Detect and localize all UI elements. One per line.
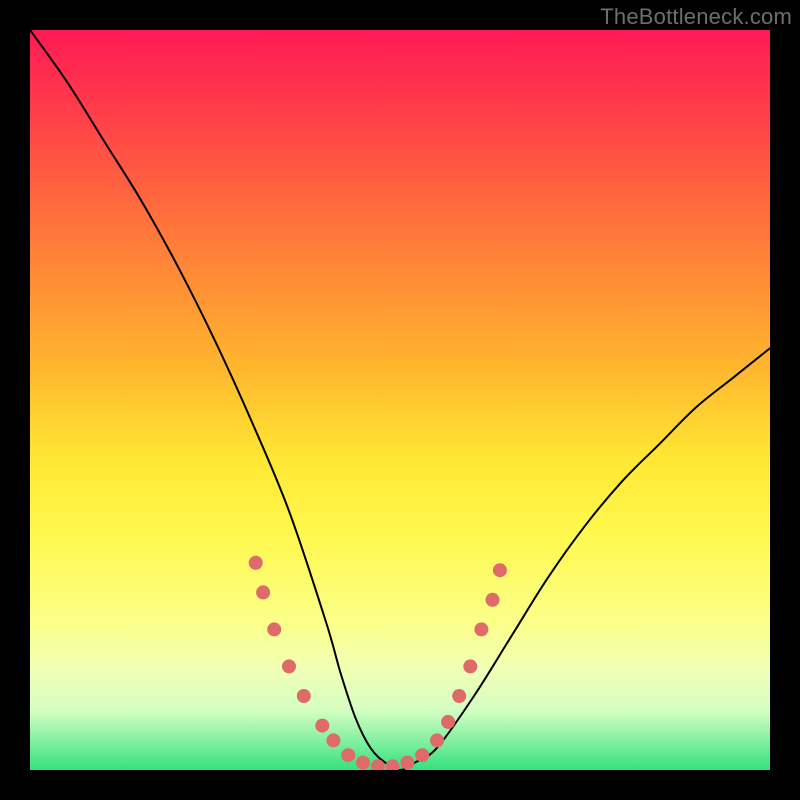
marker-group (249, 556, 507, 770)
data-point-marker (341, 748, 355, 762)
data-point-marker (430, 733, 444, 747)
chart-svg-layer (30, 30, 770, 770)
data-point-marker (400, 756, 414, 770)
data-point-marker (267, 622, 281, 636)
data-point-marker (356, 756, 370, 770)
data-point-marker (463, 659, 477, 673)
data-point-marker (386, 759, 400, 770)
data-point-marker (441, 715, 455, 729)
data-point-marker (315, 719, 329, 733)
data-point-marker (493, 563, 507, 577)
watermark-text: TheBottleneck.com (600, 4, 792, 30)
data-point-marker (474, 622, 488, 636)
data-point-marker (249, 556, 263, 570)
data-point-marker (326, 733, 340, 747)
chart-outer-frame: TheBottleneck.com (0, 0, 800, 800)
bottleneck-curve-path (30, 30, 770, 770)
chart-plot-area (30, 30, 770, 770)
data-point-marker (282, 659, 296, 673)
data-point-marker (297, 689, 311, 703)
data-point-marker (415, 748, 429, 762)
data-point-marker (256, 585, 270, 599)
data-point-marker (486, 593, 500, 607)
data-point-marker (452, 689, 466, 703)
